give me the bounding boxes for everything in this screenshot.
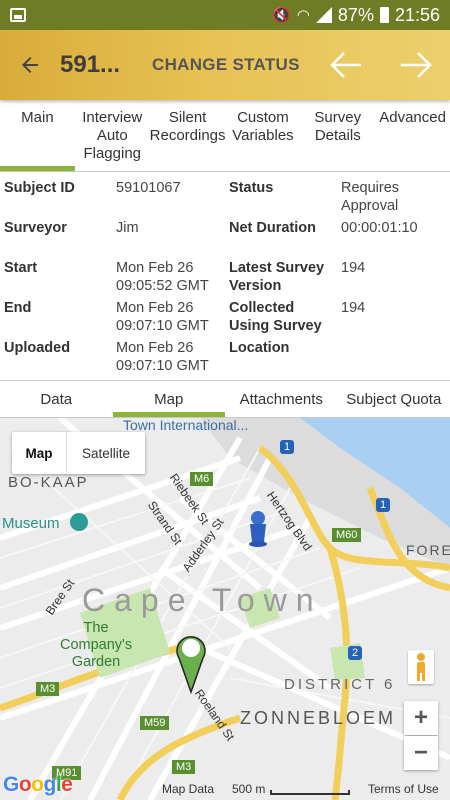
tab-interview-auto-flagging[interactable]: Interview Auto Flagging: [75, 100, 150, 171]
map-label-company-garden: The Company's Garden: [60, 620, 133, 670]
page-title: 591...: [60, 51, 121, 78]
end-label: End: [4, 300, 32, 316]
map-label-zonnebloem: ZONNEBLOEM: [240, 708, 397, 728]
status-label: Status: [229, 180, 274, 196]
latest-survey-version-value: 194: [341, 260, 366, 276]
tab-silent-recordings[interactable]: Silent Recordings: [150, 100, 226, 171]
map-type-satellite-button[interactable]: Satellite: [67, 432, 145, 474]
net-duration-value: 00:00:01:10: [341, 220, 418, 236]
collected-using-survey-value: 194: [341, 300, 366, 316]
tab-advanced[interactable]: Advanced: [375, 100, 450, 171]
tab-custom-variables[interactable]: Custom Variables: [226, 100, 301, 171]
google-logo: Google: [3, 773, 73, 796]
terms-of-use-link[interactable]: Terms of Use: [368, 782, 439, 796]
wifi-icon: ◠: [296, 7, 310, 24]
map-type-control: Map Satellite: [12, 432, 145, 474]
tab-data[interactable]: Data: [0, 381, 113, 417]
surveyor-label: Surveyor: [4, 220, 67, 236]
uploaded-value: Mon Feb 26 09:07:10 GMT: [116, 340, 209, 374]
map-label-museum: Museum: [2, 515, 60, 532]
start-label: Start: [4, 260, 38, 276]
uploaded-label: Uploaded: [4, 340, 71, 356]
collected-using-survey-label: Collected Using Survey: [229, 300, 322, 334]
status-bar: 🔇 ◠ 87% 21:56: [0, 0, 450, 30]
net-duration-label: Net Duration: [229, 220, 316, 236]
previous-arrow-icon[interactable]: [318, 30, 373, 100]
mute-icon: 🔇: [272, 7, 291, 24]
map-label-cape-town: Cape Town: [82, 582, 323, 618]
battery-icon: [379, 7, 389, 23]
location-pin-icon[interactable]: [244, 508, 272, 548]
road-shield-m60: M60: [332, 528, 362, 542]
map-scale-label: 500 m: [232, 782, 266, 796]
map-type-map-button[interactable]: Map: [12, 432, 67, 474]
subject-id-label: Subject ID: [4, 180, 75, 196]
street-view-pegman-icon[interactable]: [408, 650, 434, 684]
map-label-bo-kaap: BO-KAAP: [8, 474, 89, 491]
road-shield-m6: M6: [190, 472, 214, 486]
subject-location-marker-icon[interactable]: [175, 632, 207, 694]
start-value: Mon Feb 26 09:05:52 GMT: [116, 260, 209, 294]
zoom-in-button[interactable]: +: [404, 701, 438, 735]
tab-survey-details[interactable]: Survey Details: [300, 100, 375, 171]
tab-subject-quota[interactable]: Subject Quota: [338, 381, 450, 417]
map-scale-bar: [270, 790, 350, 795]
map-data-link[interactable]: Map Data: [162, 782, 214, 796]
map-label-fore: FORE: [406, 542, 450, 558]
bottom-tab-bar: Data Map Attachments Subject Quota: [0, 380, 450, 418]
road-shield-m59: M59: [140, 716, 170, 730]
surveyor-value: Jim: [116, 220, 139, 236]
app-bar: 591... CHANGE STATUS: [0, 30, 450, 100]
battery-percent: 87%: [337, 4, 374, 25]
map-label-town-international: Town International...: [123, 418, 249, 433]
gallery-icon: [10, 8, 26, 22]
latest-survey-version-label: Latest Survey Version: [229, 260, 325, 294]
road-shield-m3: M3: [36, 682, 60, 696]
road-shield-m3-south: M3: [172, 760, 196, 774]
zoom-out-button[interactable]: −: [404, 736, 438, 770]
top-tab-bar: Main Interview Auto Flagging Silent Reco…: [0, 100, 450, 172]
tab-main[interactable]: Main: [0, 100, 75, 171]
road-shield-n2: 2: [348, 646, 363, 660]
signal-icon: [315, 7, 332, 23]
clock: 21:56: [394, 4, 440, 25]
museum-icon: [70, 513, 88, 531]
road-shield-n1-east: 1: [376, 498, 391, 512]
map-view[interactable]: Town International... BO-KAAP Museum Rie…: [0, 418, 450, 800]
back-arrow-icon[interactable]: [0, 30, 60, 100]
end-value: Mon Feb 26 09:07:10 GMT: [116, 300, 209, 334]
change-status-button[interactable]: CHANGE STATUS: [152, 55, 300, 75]
location-label: Location: [229, 340, 290, 356]
road-shield-n1: 1: [280, 440, 295, 454]
subject-info-panel: Subject ID 59101067 Status Requires Appr…: [0, 172, 450, 380]
tab-attachments[interactable]: Attachments: [225, 381, 338, 417]
tab-map[interactable]: Map: [112, 381, 226, 417]
map-label-district-6: DISTRICT 6: [284, 676, 396, 693]
status-value: Requires Approval: [341, 180, 400, 214]
next-arrow-icon[interactable]: [388, 30, 443, 100]
subject-id-value: 59101067: [116, 180, 181, 196]
